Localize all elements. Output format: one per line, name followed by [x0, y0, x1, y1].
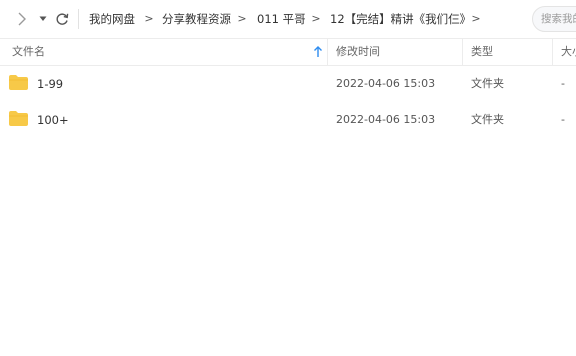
breadcrumb-separator: > — [311, 12, 321, 25]
column-divider[interactable] — [462, 39, 463, 65]
column-header-size[interactable]: 大小 — [561, 39, 576, 65]
file-size: - — [561, 77, 565, 90]
column-divider[interactable] — [327, 39, 328, 65]
column-header-row: 文件名 修改时间 类型 大小 — [0, 38, 576, 66]
breadcrumb-separator: > — [471, 12, 481, 25]
column-header-modified[interactable]: 修改时间 — [336, 39, 380, 65]
file-type: 文件夹 — [471, 77, 504, 90]
file-name[interactable]: 1-99 — [37, 66, 63, 102]
toolbar-divider — [78, 9, 79, 29]
file-row[interactable]: 1-99 2022-04-06 15:03 文件夹 - — [0, 66, 576, 102]
file-name[interactable]: 100+ — [37, 102, 69, 138]
caret-down-icon — [39, 16, 47, 21]
breadcrumb-item-share-resources[interactable]: 分享教程资源 — [162, 10, 231, 28]
column-divider[interactable] — [552, 39, 553, 65]
column-header-type[interactable]: 类型 — [471, 39, 493, 65]
forward-button[interactable] — [12, 9, 32, 29]
refresh-icon — [56, 13, 69, 25]
breadcrumb-separator: > — [144, 12, 154, 25]
column-header-name[interactable]: 文件名 — [12, 39, 45, 65]
search-input[interactable]: 搜索我的网盘文件 — [532, 6, 576, 32]
folder-icon — [9, 75, 28, 90]
refresh-button[interactable] — [53, 9, 71, 29]
arrow-up-icon[interactable] — [313, 46, 323, 58]
breadcrumb-item-my-disk[interactable]: 我的网盘 — [89, 10, 135, 28]
file-modified-time: 2022-04-06 15:03 — [336, 113, 436, 126]
chevron-right-icon — [18, 12, 26, 26]
toolbar: 我的网盘 > 分享教程资源 > 011 平哥 > 12【完结】精讲《我们仨》 >… — [0, 0, 576, 38]
file-size: - — [561, 113, 565, 126]
history-dropdown-button[interactable] — [37, 9, 49, 29]
breadcrumb-separator: > — [237, 12, 247, 25]
folder-icon — [9, 111, 28, 126]
file-row[interactable]: 100+ 2022-04-06 15:03 文件夹 - — [0, 102, 576, 138]
file-type: 文件夹 — [471, 113, 504, 126]
file-modified-time: 2022-04-06 15:03 — [336, 77, 436, 90]
breadcrumb-item-pingge[interactable]: 011 平哥 — [257, 10, 306, 28]
breadcrumb-item-current[interactable]: 12【完结】精讲《我们仨》 — [330, 10, 471, 28]
